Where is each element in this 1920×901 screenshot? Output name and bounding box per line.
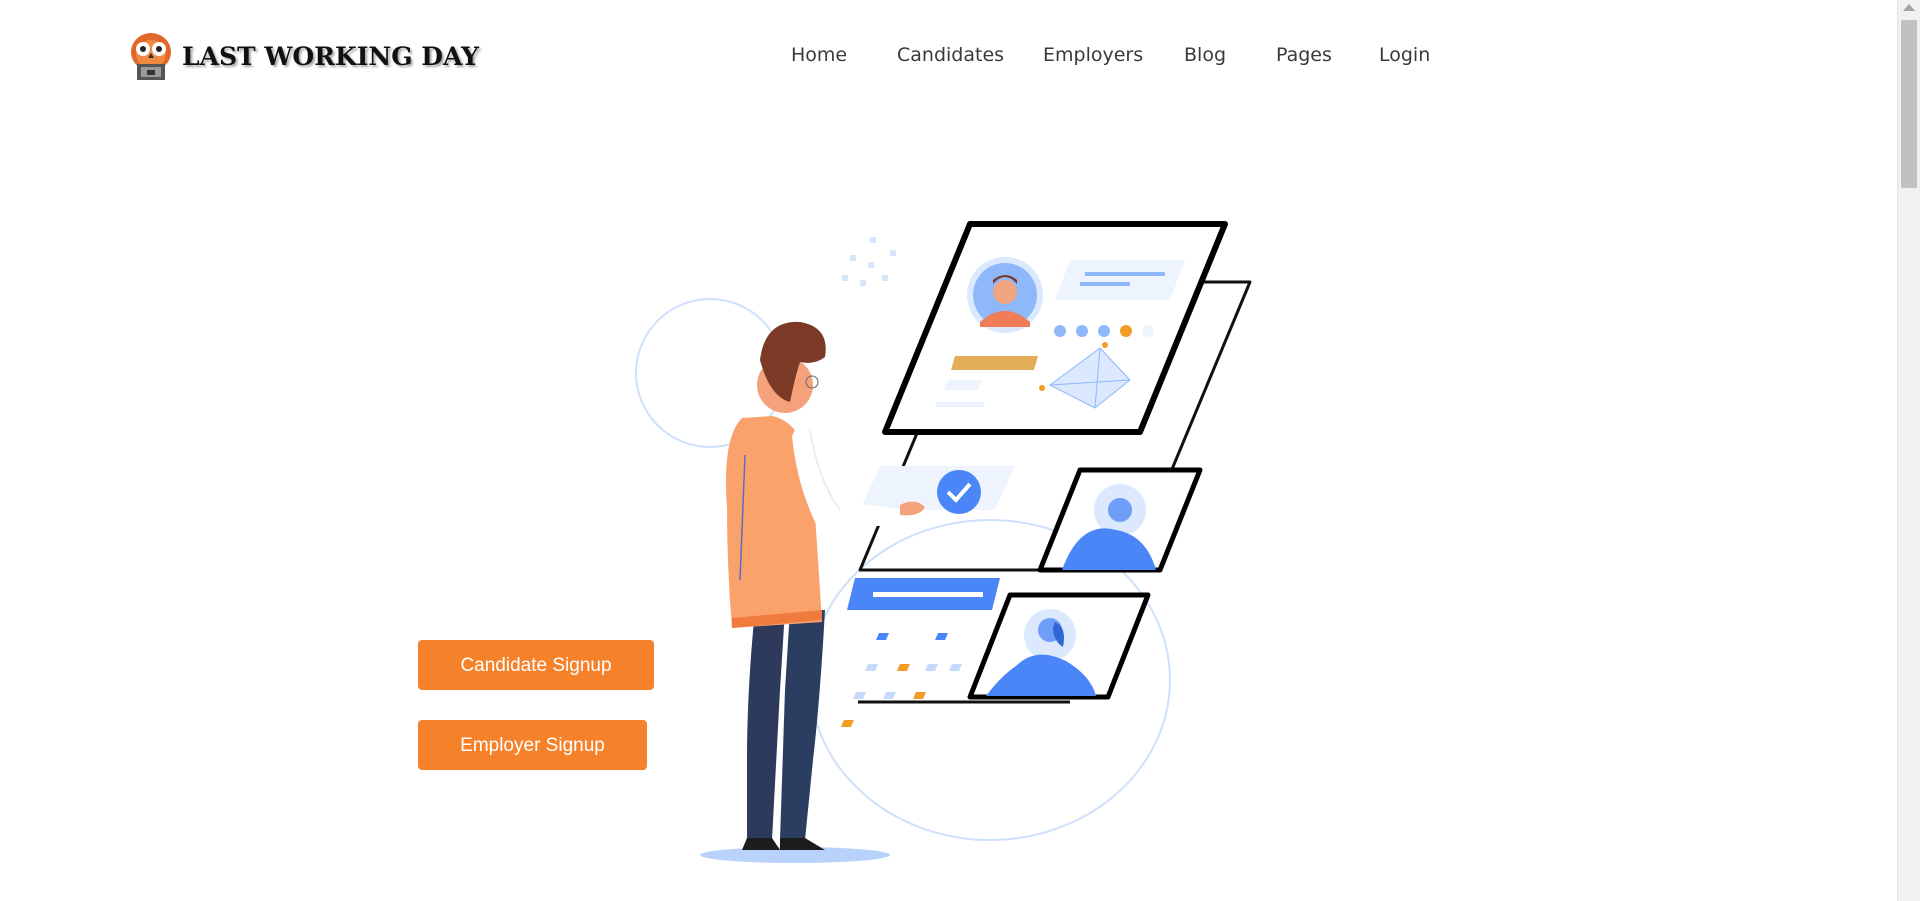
brand-logo[interactable]: LAST WORKING DAY bbox=[128, 30, 479, 82]
candidate-card-3 bbox=[967, 592, 1151, 700]
selection-check bbox=[860, 466, 1015, 514]
scroll-up-arrow-icon[interactable] bbox=[1903, 4, 1915, 11]
candidate-card-2 bbox=[1037, 467, 1203, 573]
small-squares bbox=[841, 633, 962, 727]
candidate-signup-button[interactable]: Candidate Signup bbox=[418, 640, 654, 690]
brand-name: LAST WORKING DAY bbox=[182, 41, 479, 71]
decorative-dots bbox=[842, 237, 896, 286]
nav-employers[interactable]: Employers bbox=[1043, 44, 1143, 66]
nav-candidates[interactable]: Candidates bbox=[897, 44, 1004, 66]
scroll-thumb[interactable] bbox=[1901, 20, 1917, 188]
site-header: LAST WORKING DAY Home Candidates Employe… bbox=[0, 0, 1898, 110]
nav-login[interactable]: Login bbox=[1379, 44, 1430, 66]
hero-illustration bbox=[635, 221, 1252, 863]
nav-blog[interactable]: Blog bbox=[1184, 44, 1226, 66]
profile-card bbox=[882, 221, 1228, 435]
owl-mascot-icon bbox=[131, 33, 171, 80]
employer-signup-button[interactable]: Employer Signup bbox=[418, 720, 647, 770]
nav-pages[interactable]: Pages bbox=[1276, 44, 1332, 66]
nav-home[interactable]: Home bbox=[791, 44, 847, 66]
page-scrollbar[interactable] bbox=[1897, 0, 1920, 901]
